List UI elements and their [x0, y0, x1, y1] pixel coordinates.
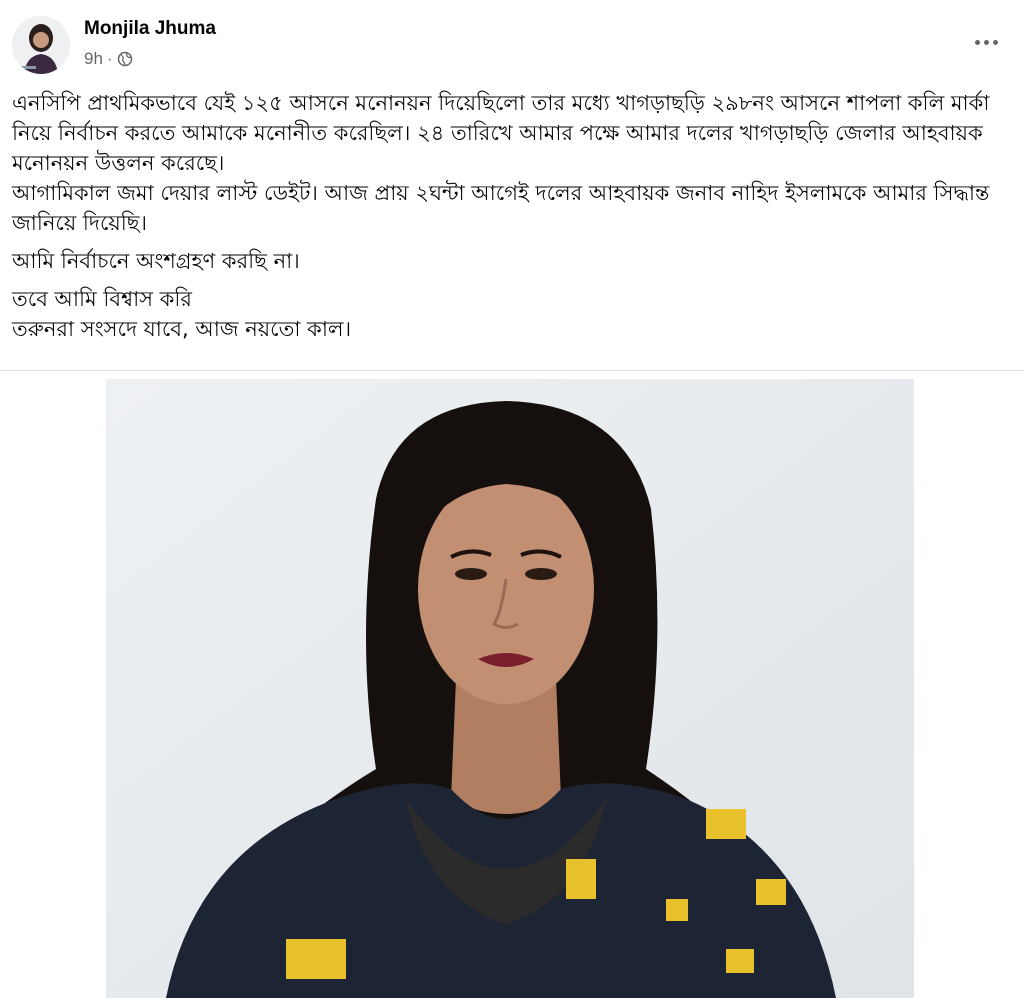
globe-icon[interactable] — [117, 51, 133, 67]
more-dots-icon — [974, 39, 980, 45]
author-avatar[interactable] — [12, 16, 70, 74]
post-body: এনসিপি প্রাথমিকভাবে যেই ১২৫ আসনে মনোনয়ন… — [12, 88, 1012, 352]
post-photo-area — [0, 371, 1024, 998]
post-paragraph: তবে আমি বিশ্বাস করি তরুনরা সংসদে যাবে, আ… — [12, 287, 352, 341]
facebook-post: Monjila Jhuma 9h · এনসিপি প্রাথমিকভাবে য… — [0, 0, 1024, 998]
post-paragraph: আমি নির্বাচনে অংশগ্রহণ করছি না। — [12, 249, 300, 273]
post-time[interactable]: 9h — [84, 49, 103, 69]
post-meta: 9h · — [84, 49, 133, 69]
portrait-photo — [106, 379, 914, 998]
more-options-button[interactable] — [966, 28, 1006, 56]
avatar-image — [12, 16, 70, 74]
post-header: Monjila Jhuma 9h · — [12, 12, 1012, 74]
author-name[interactable]: Monjila Jhuma — [84, 18, 216, 40]
post-paragraph: এনসিপি প্রাথমিকভাবে যেই ১২৫ আসনে মনোনয়ন… — [12, 91, 990, 235]
meta-separator: · — [106, 49, 113, 68]
post-photo[interactable] — [106, 379, 914, 998]
